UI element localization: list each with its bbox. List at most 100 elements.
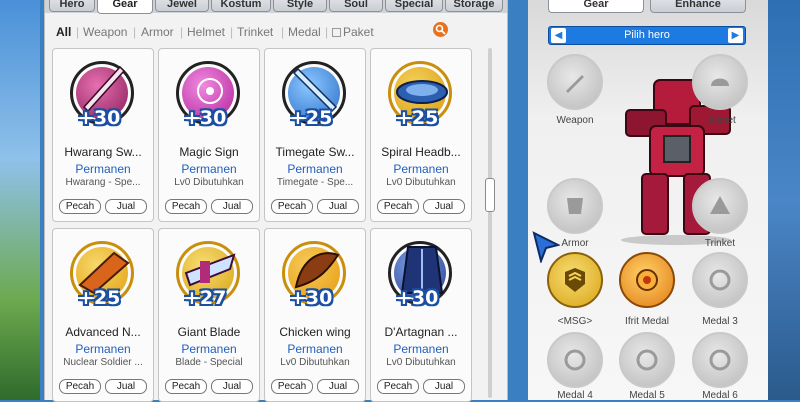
tab-kostum[interactable]: Kostum xyxy=(211,0,271,12)
tab-style[interactable]: Style xyxy=(273,0,327,12)
item-name: Giant Blade xyxy=(177,325,241,339)
item-card[interactable]: +30 Hwarang Sw... Permanen Hwarang - Spe… xyxy=(52,48,154,222)
slot-label: Medal 4 xyxy=(557,390,593,401)
item-status: Permanen xyxy=(75,162,131,176)
filter-medal[interactable]: Medal xyxy=(288,25,321,39)
jual-button[interactable]: Jual xyxy=(423,379,465,394)
cursor-arrow-icon xyxy=(532,231,560,263)
item-name: Timegate Sw... xyxy=(275,145,355,159)
hwarang-sword-icon: +30 xyxy=(66,57,142,133)
armor-icon xyxy=(567,198,583,214)
medal-slot-6[interactable] xyxy=(692,332,748,388)
slot-label: Trinket xyxy=(704,238,736,249)
tab-enhance[interactable]: Enhance xyxy=(650,0,746,13)
armor-slot[interactable] xyxy=(547,178,603,234)
item-requirement: Blade - Special xyxy=(175,357,243,368)
pecah-button[interactable]: Pecah xyxy=(59,199,101,214)
scrollbar-thumb[interactable] xyxy=(485,178,495,212)
filter-all[interactable]: All xyxy=(56,25,71,39)
jual-button[interactable]: Jual xyxy=(105,379,147,394)
paket-checkbox-icon xyxy=(332,28,341,38)
background-scene-left xyxy=(0,0,40,400)
medal-slot-2[interactable] xyxy=(619,252,675,308)
item-status: Permanen xyxy=(181,162,237,176)
item-requirement: Lv0 Dibutuhkan xyxy=(174,177,244,188)
filter-divider: | xyxy=(325,25,329,39)
item-requirement: Lv0 Dibutuhkan xyxy=(386,177,456,188)
pecah-button[interactable]: Pecah xyxy=(271,199,313,214)
filter-divider: | xyxy=(281,25,285,39)
item-card[interactable]: +25 Spiral Headb... Permanen Lv0 Dibutuh… xyxy=(370,48,472,222)
item-card[interactable]: +30 D'Artagnan ... Permanen Lv0 Dibutuhk… xyxy=(370,228,472,402)
jual-button[interactable]: Jual xyxy=(317,379,359,394)
search-icon[interactable] xyxy=(433,22,448,37)
pecah-button[interactable]: Pecah xyxy=(59,379,101,394)
item-card[interactable]: +27 Giant Blade Permanen Blade - Special… xyxy=(158,228,260,402)
tab-equip-gear[interactable]: Gear xyxy=(548,0,644,13)
hero-selector[interactable]: ◀ Pilih hero ▶ xyxy=(548,26,746,45)
weapon-slot[interactable] xyxy=(547,54,603,110)
filter-weapon[interactable]: Weapon xyxy=(83,25,127,39)
medal-icon xyxy=(709,269,731,291)
item-card[interactable]: +25 Advanced N... Permanen Nuclear Soldi… xyxy=(52,228,154,402)
item-requirement: Nuclear Soldier ... xyxy=(63,357,143,368)
item-status: Permanen xyxy=(393,162,449,176)
tab-hero[interactable]: Hero xyxy=(49,0,95,12)
item-card[interactable]: +25 Timegate Sw... Permanen Timegate - S… xyxy=(264,48,366,222)
trinket-slot[interactable] xyxy=(692,178,748,234)
scrollbar-track[interactable] xyxy=(488,48,492,398)
sword-icon xyxy=(566,75,584,93)
hero-selector-label: Pilih hero xyxy=(624,29,670,41)
jual-button[interactable]: Jual xyxy=(211,199,253,214)
item-name: D'Artagnan ... xyxy=(384,325,458,339)
pecah-button[interactable]: Pecah xyxy=(165,379,207,394)
item-card[interactable]: +30 Magic Sign Permanen Lv0 Dibutuhkan P… xyxy=(158,48,260,222)
bonus-label: +25 xyxy=(290,107,333,129)
trinket-icon xyxy=(710,196,730,214)
next-hero-arrow-icon[interactable]: ▶ xyxy=(728,28,743,43)
item-name: Hwarang Sw... xyxy=(64,145,142,159)
tab-soul[interactable]: Soul xyxy=(329,0,383,12)
medal-icon xyxy=(564,349,586,371)
pecah-button[interactable]: Pecah xyxy=(377,379,419,394)
jual-button[interactable]: Jual xyxy=(105,199,147,214)
jual-button[interactable]: Jual xyxy=(317,199,359,214)
tab-special[interactable]: Special xyxy=(385,0,443,12)
pecah-button[interactable]: Pecah xyxy=(271,379,313,394)
item-status: Permanen xyxy=(181,342,237,356)
filter-paket[interactable]: Paket xyxy=(332,25,374,39)
item-name: Spiral Headb... xyxy=(381,145,461,159)
item-requirement: Timegate - Spe... xyxy=(276,177,354,188)
helmet-slot[interactable] xyxy=(692,54,748,110)
medal-slot-5[interactable] xyxy=(619,332,675,388)
tab-jewel[interactable]: Jewel xyxy=(155,0,209,12)
tab-gear[interactable]: Gear xyxy=(97,0,153,14)
jual-button[interactable]: Jual xyxy=(423,199,465,214)
slot-label: Medal 6 xyxy=(702,390,738,401)
item-requirement: Lv0 Dibutuhkan xyxy=(280,357,350,368)
bonus-label: +25 xyxy=(396,107,439,129)
slot-label: Ifrit Medal xyxy=(625,316,669,327)
filter-divider: | xyxy=(180,25,184,39)
msg-medal-icon xyxy=(565,268,585,292)
slot-label: <MSG> xyxy=(557,316,593,327)
bonus-label: +30 xyxy=(290,287,333,309)
ifrit-medal-icon xyxy=(636,269,658,291)
filter-helmet[interactable]: Helmet xyxy=(187,25,225,39)
item-card[interactable]: +30 Chicken wing Permanen Lv0 Dibutuhkan… xyxy=(264,228,366,402)
pecah-button[interactable]: Pecah xyxy=(377,199,419,214)
filter-armor[interactable]: Armor xyxy=(141,25,174,39)
jual-button[interactable]: Jual xyxy=(211,379,253,394)
item-requirement: Lv0 Dibutuhkan xyxy=(386,357,456,368)
medal-slot-4[interactable] xyxy=(547,332,603,388)
pecah-button[interactable]: Pecah xyxy=(165,199,207,214)
tab-storage[interactable]: Storage xyxy=(445,0,503,12)
filter-divider: | xyxy=(230,25,234,39)
item-status: Permanen xyxy=(287,162,343,176)
medal-slot-3[interactable] xyxy=(692,252,748,308)
giant-blade-icon: +27 xyxy=(172,237,248,313)
dartagnan-armor-icon: +30 xyxy=(384,237,460,313)
chicken-wing-icon: +30 xyxy=(278,237,354,313)
filter-trinket[interactable]: Trinket xyxy=(237,25,273,39)
bonus-label: +25 xyxy=(78,287,121,309)
